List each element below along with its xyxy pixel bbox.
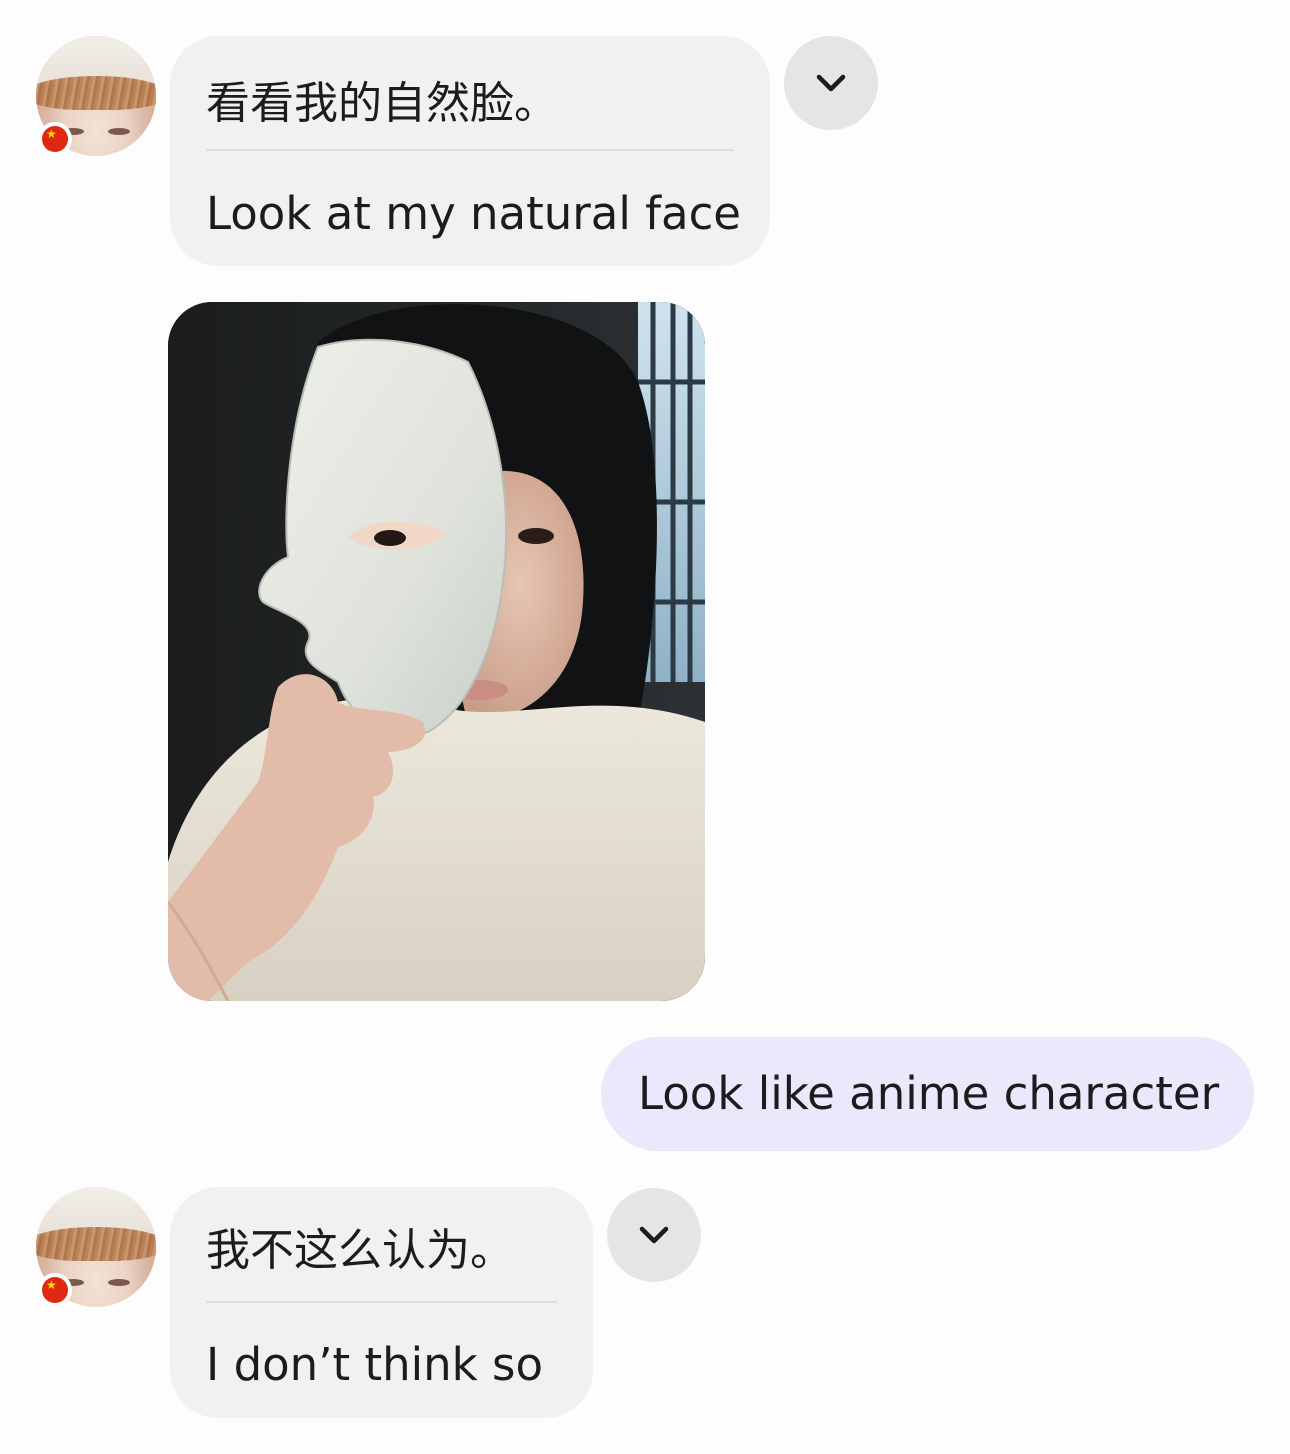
translated-text: I don’t think so	[206, 1338, 543, 1391]
outgoing-message-bubble[interactable]: Look like anime character	[601, 1037, 1254, 1151]
photo-image	[168, 302, 705, 1001]
sender-avatar[interactable]	[36, 36, 156, 156]
sender-avatar[interactable]	[36, 1187, 156, 1307]
outgoing-message-text: Look like anime character	[638, 1067, 1220, 1120]
chevron-down-icon	[816, 74, 846, 92]
expand-message-button[interactable]	[784, 36, 878, 130]
original-text: 看看我的自然脸。	[206, 78, 558, 129]
china-flag-icon	[38, 1273, 72, 1307]
translation-divider	[206, 1301, 557, 1303]
incoming-message-bubble[interactable]: 看看我的自然脸。 Look at my natural face	[170, 36, 770, 266]
translation-divider	[206, 149, 734, 151]
photo-attachment[interactable]	[168, 302, 705, 1001]
incoming-message-bubble[interactable]: 我不这么认为。 I don’t think so	[170, 1187, 593, 1418]
translated-text: Look at my natural face	[206, 187, 741, 240]
expand-message-button[interactable]	[607, 1188, 701, 1282]
china-flag-icon	[38, 122, 72, 156]
original-text: 我不这么认为。	[206, 1225, 514, 1276]
chevron-down-icon	[639, 1226, 669, 1244]
